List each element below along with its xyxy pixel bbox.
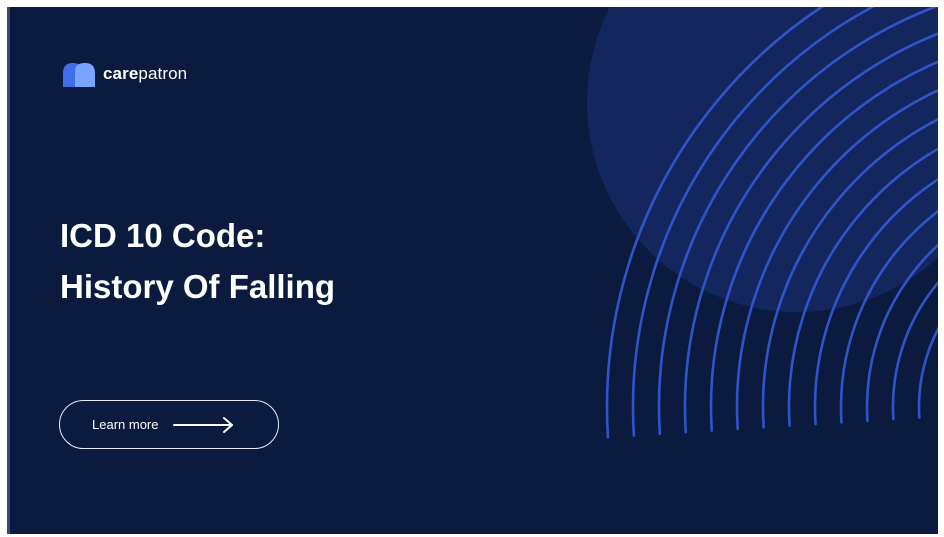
learn-more-button[interactable]: Learn more: [59, 400, 279, 449]
learn-more-label: Learn more: [92, 417, 159, 432]
arrow-right-icon: [173, 416, 234, 433]
page-frame: carepatron ICD 10 Code: History Of Falli…: [0, 0, 944, 537]
brand-name: carepatron: [103, 64, 188, 83]
left-border: [7, 7, 10, 534]
hero-banner: carepatron ICD 10 Code: History Of Falli…: [7, 7, 938, 534]
title-line-2: History Of Falling: [60, 268, 336, 305]
page-title: ICD 10 Code: History Of Falling: [60, 210, 335, 312]
brand-logo[interactable]: carepatron: [59, 59, 187, 89]
carepatron-logo-icon: [63, 63, 95, 87]
title-line-1: ICD 10 Code:: [60, 217, 266, 254]
